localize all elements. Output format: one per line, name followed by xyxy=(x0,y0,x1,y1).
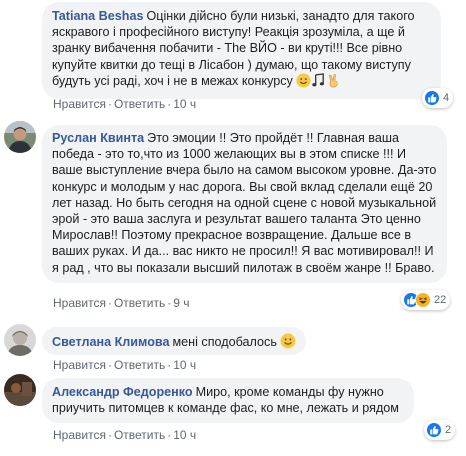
comment-actions: Нравится · Ответить · 10 ч xyxy=(53,358,197,372)
reaction-count: 4 xyxy=(443,92,450,104)
comment-timestamp[interactable]: 9 ч xyxy=(173,296,189,310)
reaction-count: 22 xyxy=(434,294,447,306)
avatar[interactable] xyxy=(4,324,36,356)
avatar[interactable] xyxy=(4,121,36,153)
smile-emoji-icon xyxy=(280,333,296,353)
comment-text: мені сподобалось xyxy=(172,335,277,349)
comment-bubble: Tatiana Beshas Оцінки дійсно були низькі,… xyxy=(42,2,441,100)
like-link[interactable]: Нравится xyxy=(53,428,106,442)
reaction-count: 2 xyxy=(445,424,452,436)
comment-actions: Нравится · Ответить · 9 ч xyxy=(53,296,190,310)
victory-hand-emoji-icon xyxy=(326,73,341,92)
reply-link[interactable]: Ответить xyxy=(114,97,165,111)
like-link[interactable]: Нравится xyxy=(53,296,106,310)
reply-link[interactable]: Ответить xyxy=(114,358,165,372)
like-link[interactable]: Нравится xyxy=(53,358,106,372)
smile-emoji-icon xyxy=(296,73,311,92)
reaction-summary[interactable]: 22 xyxy=(401,290,451,310)
comment-timestamp[interactable]: 10 ч xyxy=(173,97,196,111)
comment-bubble: Руслан Квинта Это эмоции !! Это пройдёт !… xyxy=(42,125,447,283)
avatar[interactable] xyxy=(4,374,36,406)
like-link[interactable]: Нравится xyxy=(53,97,106,111)
comment-author[interactable]: Tatiana Beshas xyxy=(52,9,143,23)
comment-timestamp[interactable]: 10 ч xyxy=(173,428,196,442)
comment-text: Это эмоции !! Это пройдёт !! Главная ваш… xyxy=(52,131,437,275)
reply-link[interactable]: Ответить xyxy=(114,296,165,310)
reply-link[interactable]: Ответить xyxy=(114,428,165,442)
music-notes-emoji-icon xyxy=(311,73,326,92)
reaction-summary[interactable]: 4 xyxy=(422,88,454,108)
comment-actions: Нравится · Ответить · 10 ч xyxy=(53,428,197,442)
like-reaction-icon xyxy=(426,422,442,438)
comment-author[interactable]: Светлана Климова xyxy=(52,335,169,349)
comment-author[interactable]: Руслан Квинта xyxy=(52,131,144,145)
haha-reaction-icon xyxy=(415,292,431,308)
like-reaction-icon xyxy=(424,90,440,106)
comment-author[interactable]: Александр Федоренко xyxy=(52,385,193,399)
comment-bubble: Светлана Климова мені сподобалось xyxy=(42,327,307,355)
comment-bubble: Александр Федоренко Миро, кроме команды ф… xyxy=(42,378,414,424)
reaction-summary[interactable]: 2 xyxy=(424,420,456,440)
comment-timestamp[interactable]: 10 ч xyxy=(173,358,196,372)
comment-actions: Нравится · Ответить · 10 ч xyxy=(53,97,197,111)
